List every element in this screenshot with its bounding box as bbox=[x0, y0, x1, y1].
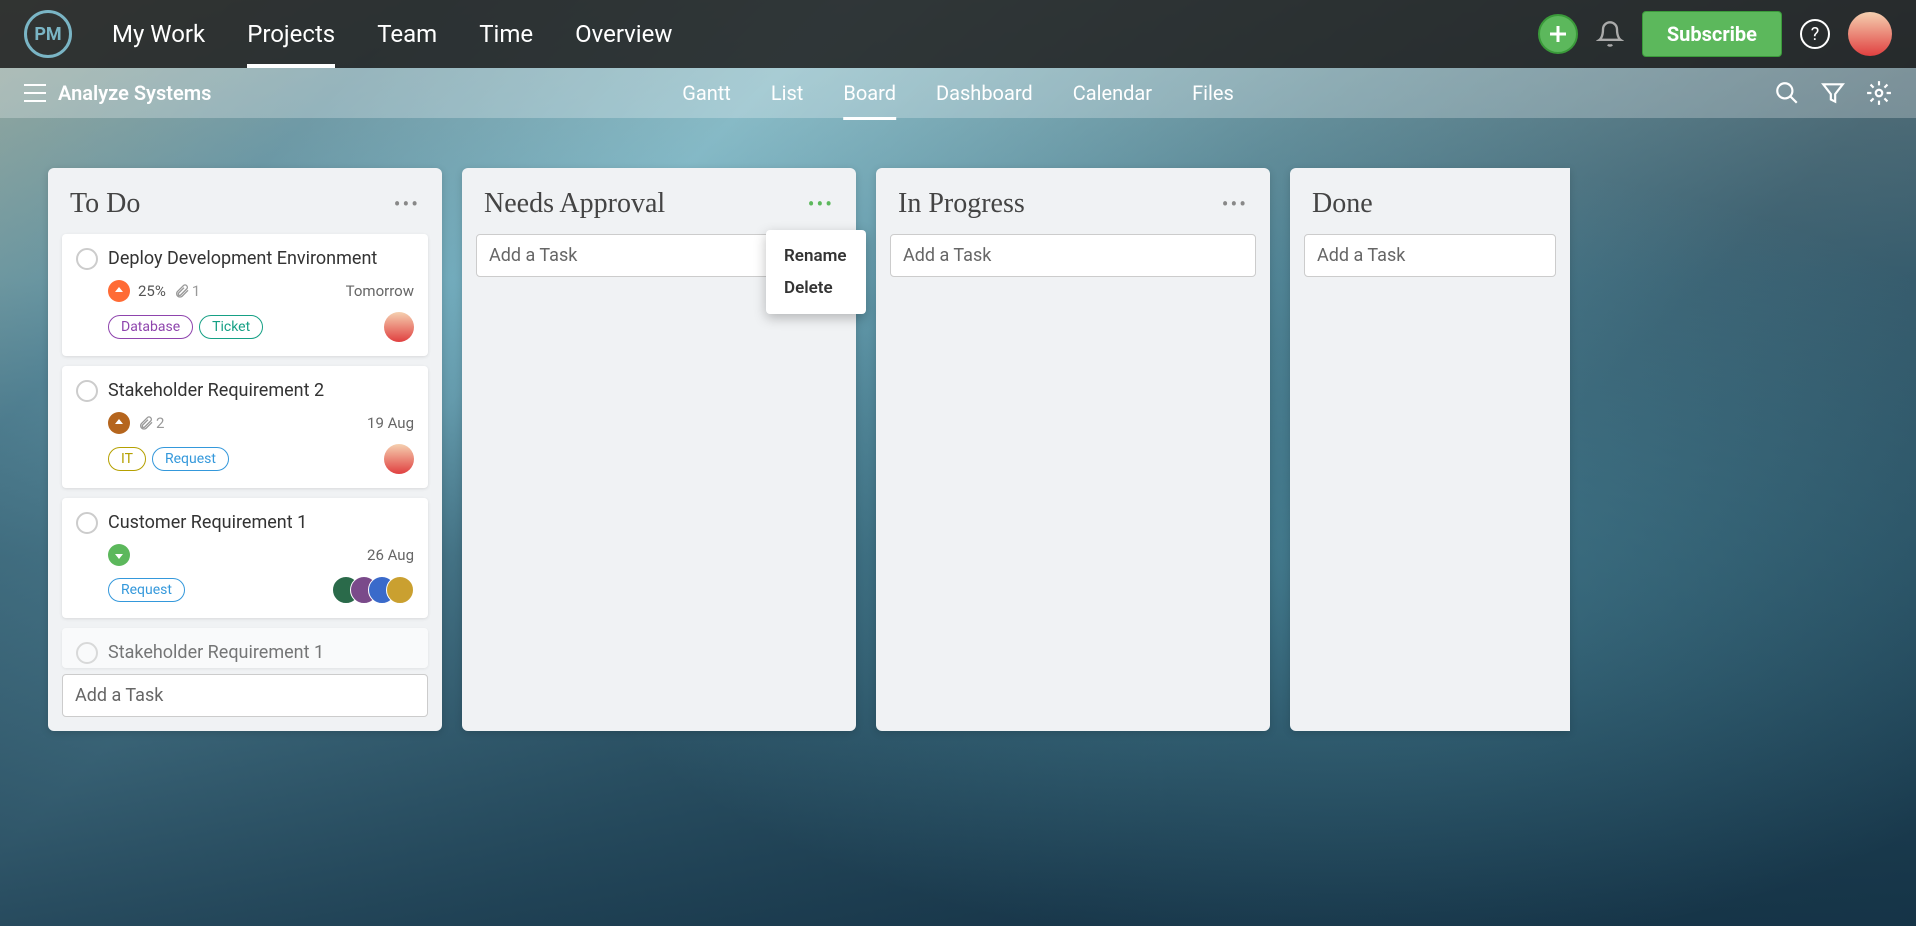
paperclip-icon bbox=[174, 283, 190, 299]
due-date: Tomorrow bbox=[346, 282, 414, 300]
column-context-menu: Rename Delete bbox=[766, 230, 866, 314]
due-date: 26 Aug bbox=[367, 546, 414, 564]
complete-checkbox[interactable] bbox=[76, 248, 98, 270]
add-task-input[interactable]: Add a Task bbox=[1304, 234, 1556, 277]
search-icon bbox=[1774, 80, 1800, 106]
arrow-up-icon bbox=[113, 285, 125, 297]
assignee-avatar[interactable] bbox=[384, 312, 414, 342]
notifications-button[interactable] bbox=[1596, 20, 1624, 48]
column-title: In Progress bbox=[898, 188, 1025, 220]
nav-team[interactable]: Team bbox=[377, 2, 437, 66]
column-in-progress: In Progress ••• Add a Task bbox=[876, 168, 1270, 731]
assignee-avatars[interactable] bbox=[342, 576, 414, 604]
add-button[interactable] bbox=[1538, 14, 1578, 54]
plus-icon bbox=[1548, 24, 1568, 44]
task-title: Deploy Development Environment bbox=[108, 248, 377, 269]
tab-dashboard[interactable]: Dashboard bbox=[936, 69, 1033, 117]
tab-list[interactable]: List bbox=[771, 69, 804, 117]
tab-calendar[interactable]: Calendar bbox=[1073, 69, 1152, 117]
tag[interactable]: Ticket bbox=[199, 315, 263, 339]
tag[interactable]: IT bbox=[108, 447, 146, 471]
bell-icon bbox=[1596, 20, 1624, 48]
complete-checkbox[interactable] bbox=[76, 380, 98, 402]
task-card[interactable]: Deploy Development Environment 25% 1 Tom… bbox=[62, 234, 428, 356]
priority-indicator bbox=[108, 412, 130, 434]
add-task-input[interactable]: Add a Task bbox=[890, 234, 1256, 277]
column-title: To Do bbox=[70, 188, 140, 220]
priority-indicator bbox=[108, 544, 130, 566]
help-button[interactable]: ? bbox=[1800, 19, 1830, 49]
tag[interactable]: Database bbox=[108, 315, 193, 339]
attachment-count: 2 bbox=[138, 414, 164, 432]
column-done: Done Add a Task bbox=[1290, 168, 1570, 731]
tab-files[interactable]: Files bbox=[1192, 69, 1234, 117]
main-nav: My Work Projects Team Time Overview bbox=[112, 2, 672, 66]
task-title: Stakeholder Requirement 1 bbox=[108, 642, 324, 663]
tag[interactable]: Request bbox=[108, 578, 185, 602]
column-title: Needs Approval bbox=[484, 188, 665, 220]
nav-projects[interactable]: Projects bbox=[247, 2, 335, 66]
filter-icon bbox=[1820, 80, 1846, 106]
filter-button[interactable] bbox=[1820, 80, 1846, 106]
tab-board[interactable]: Board bbox=[843, 69, 896, 117]
complete-checkbox[interactable] bbox=[76, 512, 98, 534]
tab-gantt[interactable]: Gantt bbox=[682, 69, 731, 117]
search-button[interactable] bbox=[1774, 80, 1800, 106]
add-task-input[interactable]: Add a Task bbox=[62, 674, 428, 717]
view-tabs: Gantt List Board Dashboard Calendar File… bbox=[682, 69, 1234, 117]
menu-toggle[interactable] bbox=[24, 84, 46, 102]
arrow-down-icon bbox=[113, 549, 125, 561]
kanban-board: To Do ••• Deploy Development Environment… bbox=[0, 118, 1916, 731]
settings-button[interactable] bbox=[1866, 80, 1892, 106]
due-date: 19 Aug bbox=[367, 414, 414, 432]
nav-overview[interactable]: Overview bbox=[575, 2, 672, 66]
task-card[interactable]: Stakeholder Requirement 2 2 19 Aug IT Re… bbox=[62, 366, 428, 488]
column-menu-button[interactable]: ••• bbox=[808, 192, 834, 216]
project-subbar: Analyze Systems Gantt List Board Dashboa… bbox=[0, 68, 1916, 118]
paperclip-icon bbox=[138, 415, 154, 431]
menu-delete[interactable]: Delete bbox=[766, 272, 866, 304]
nav-time[interactable]: Time bbox=[479, 2, 533, 66]
hamburger-icon bbox=[24, 84, 46, 102]
tag[interactable]: Request bbox=[152, 447, 229, 471]
subscribe-button[interactable]: Subscribe bbox=[1642, 11, 1782, 57]
nav-my-work[interactable]: My Work bbox=[112, 2, 205, 66]
task-card[interactable]: Customer Requirement 1 26 Aug Request bbox=[62, 498, 428, 618]
menu-rename[interactable]: Rename bbox=[766, 240, 866, 272]
priority-indicator bbox=[108, 280, 130, 302]
task-title: Customer Requirement 1 bbox=[108, 512, 307, 533]
user-avatar[interactable] bbox=[1848, 12, 1892, 56]
gear-icon bbox=[1866, 80, 1892, 106]
project-title: Analyze Systems bbox=[58, 81, 211, 105]
column-menu-button[interactable]: ••• bbox=[1222, 192, 1248, 216]
logo[interactable]: PM bbox=[24, 10, 72, 58]
column-menu-button[interactable]: ••• bbox=[394, 192, 420, 216]
task-card[interactable]: Stakeholder Requirement 1 bbox=[62, 628, 428, 668]
assignee-avatar[interactable] bbox=[384, 444, 414, 474]
column-todo: To Do ••• Deploy Development Environment… bbox=[48, 168, 442, 731]
complete-checkbox[interactable] bbox=[76, 642, 98, 664]
column-title: Done bbox=[1312, 188, 1373, 220]
progress-percent: 25% bbox=[138, 282, 166, 300]
task-title: Stakeholder Requirement 2 bbox=[108, 380, 324, 401]
attachment-count: 1 bbox=[174, 282, 200, 300]
arrow-up-icon bbox=[113, 417, 125, 429]
top-navbar: PM My Work Projects Team Time Overview S… bbox=[0, 0, 1916, 68]
